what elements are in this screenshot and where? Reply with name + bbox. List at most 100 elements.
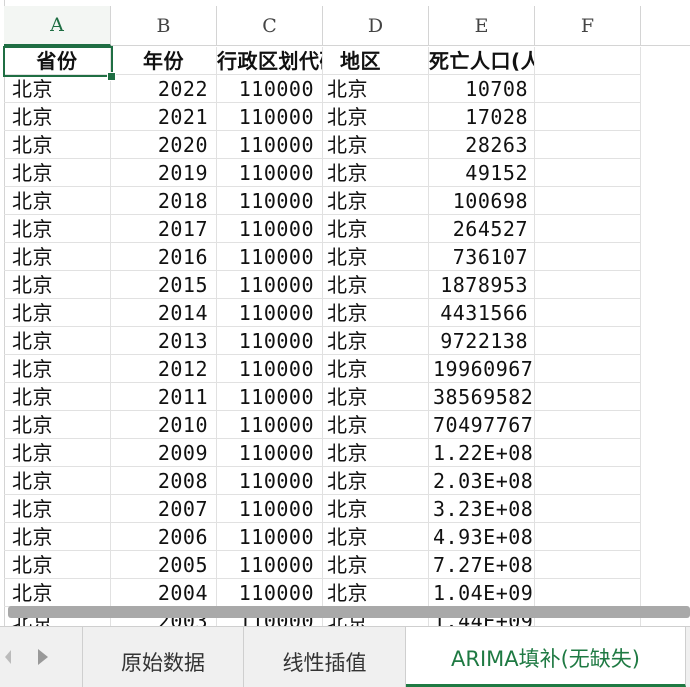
- cell-admin-code[interactable]: 110000: [217, 411, 323, 439]
- cell-year[interactable]: 2005: [111, 551, 217, 579]
- cell-year[interactable]: 2009: [111, 439, 217, 467]
- cell-region[interactable]: 北京: [323, 131, 429, 159]
- cell-admin-code[interactable]: 110000: [217, 187, 323, 215]
- cell-region[interactable]: 北京: [323, 299, 429, 327]
- cell-province[interactable]: 北京: [4, 159, 111, 187]
- cell-deaths[interactable]: 10708: [429, 75, 535, 103]
- cell-province[interactable]: 北京: [4, 411, 111, 439]
- cell-admin-code[interactable]: 110000: [217, 103, 323, 131]
- cell-province[interactable]: 北京: [4, 215, 111, 243]
- cell-year[interactable]: 2011: [111, 383, 217, 411]
- cell-year[interactable]: 2013: [111, 327, 217, 355]
- cell-admin-code[interactable]: 110000: [217, 579, 323, 607]
- cell-region[interactable]: 北京: [323, 355, 429, 383]
- column-header-d[interactable]: D: [323, 6, 429, 46]
- cell-admin-code[interactable]: 110000: [217, 495, 323, 523]
- cell-province[interactable]: 北京: [4, 243, 111, 271]
- cell-region[interactable]: 北京: [323, 187, 429, 215]
- cell-admin-code[interactable]: 110000: [217, 467, 323, 495]
- cell-deaths[interactable]: 1.04E+09: [429, 579, 535, 607]
- cell-admin-code[interactable]: 110000: [217, 271, 323, 299]
- cell-year[interactable]: 2006: [111, 523, 217, 551]
- cell-year[interactable]: 2021: [111, 103, 217, 131]
- column-header-c[interactable]: C: [217, 6, 323, 46]
- empty-cell[interactable]: [535, 131, 641, 159]
- cell-admin-code[interactable]: 110000: [217, 355, 323, 383]
- cell-admin-code[interactable]: 110000: [217, 299, 323, 327]
- cell-province[interactable]: 北京: [4, 495, 111, 523]
- cell-province[interactable]: 北京: [4, 383, 111, 411]
- cell-region[interactable]: 北京: [323, 271, 429, 299]
- cell-region[interactable]: 北京: [323, 579, 429, 607]
- cell-region[interactable]: 北京: [323, 383, 429, 411]
- cell-admin-code[interactable]: 110000: [217, 383, 323, 411]
- cell-province[interactable]: 北京: [4, 187, 111, 215]
- cell-year[interactable]: 2022: [111, 75, 217, 103]
- cell-region[interactable]: 北京: [323, 327, 429, 355]
- empty-cell[interactable]: [535, 439, 641, 467]
- tab-original-data[interactable]: 原始数据: [82, 627, 244, 687]
- cell-province[interactable]: 北京: [4, 355, 111, 383]
- cell-admin-code[interactable]: 110000: [217, 215, 323, 243]
- column-header-f[interactable]: F: [535, 6, 641, 46]
- tab-scroll-left-icon[interactable]: [0, 627, 16, 687]
- empty-cell[interactable]: [535, 523, 641, 551]
- cell-deaths[interactable]: 9722138: [429, 327, 535, 355]
- cell-year[interactable]: 2008: [111, 467, 217, 495]
- empty-cell[interactable]: [535, 579, 641, 607]
- cell-region[interactable]: 北京: [323, 243, 429, 271]
- column-header-g[interactable]: [641, 6, 690, 46]
- cell-province[interactable]: 北京: [4, 523, 111, 551]
- cell-region[interactable]: 北京: [323, 439, 429, 467]
- empty-cell[interactable]: [535, 383, 641, 411]
- empty-cell[interactable]: [535, 411, 641, 439]
- cell-deaths[interactable]: 7.27E+08: [429, 551, 535, 579]
- cell-deaths[interactable]: 19960967: [429, 355, 535, 383]
- header-cell-year[interactable]: 年份: [111, 47, 217, 75]
- cell-province[interactable]: 北京: [4, 103, 111, 131]
- horizontal-scrollbar[interactable]: [8, 606, 690, 618]
- cell-deaths[interactable]: 70497767: [429, 411, 535, 439]
- cell-region[interactable]: 北京: [323, 523, 429, 551]
- cell-deaths[interactable]: 3.23E+08: [429, 495, 535, 523]
- cell-year[interactable]: 2015: [111, 271, 217, 299]
- cell-year[interactable]: 2016: [111, 243, 217, 271]
- cell-deaths[interactable]: 49152: [429, 159, 535, 187]
- cell-year[interactable]: 2018: [111, 187, 217, 215]
- empty-cell[interactable]: [535, 243, 641, 271]
- cell-province[interactable]: 北京: [4, 467, 111, 495]
- cell-deaths[interactable]: 100698: [429, 187, 535, 215]
- cell-year[interactable]: 2020: [111, 131, 217, 159]
- cell-region[interactable]: 北京: [323, 551, 429, 579]
- column-header-b[interactable]: B: [111, 6, 217, 46]
- cell-admin-code[interactable]: 110000: [217, 75, 323, 103]
- cell-deaths[interactable]: 38569582: [429, 383, 535, 411]
- cell-province[interactable]: 北京: [4, 327, 111, 355]
- cell-region[interactable]: 北京: [323, 103, 429, 131]
- empty-cell[interactable]: [535, 299, 641, 327]
- empty-cell[interactable]: [535, 159, 641, 187]
- empty-cell[interactable]: [535, 75, 641, 103]
- cell-region[interactable]: 北京: [323, 411, 429, 439]
- cell-region[interactable]: 北京: [323, 215, 429, 243]
- cell-year[interactable]: 2010: [111, 411, 217, 439]
- fill-handle[interactable]: [107, 72, 116, 81]
- cell-deaths[interactable]: 264527: [429, 215, 535, 243]
- header-cell-admin-code[interactable]: 行政区划代码: [217, 47, 323, 75]
- cell-admin-code[interactable]: 110000: [217, 551, 323, 579]
- cell-admin-code[interactable]: 110000: [217, 523, 323, 551]
- cell-admin-code[interactable]: 110000: [217, 327, 323, 355]
- cell-deaths[interactable]: 28263: [429, 131, 535, 159]
- tab-scroll-right-icon[interactable]: [18, 627, 68, 687]
- empty-cell[interactable]: [535, 187, 641, 215]
- cell-deaths[interactable]: 1878953: [429, 271, 535, 299]
- cell-province[interactable]: 北京: [4, 439, 111, 467]
- empty-cell[interactable]: [535, 271, 641, 299]
- cell-deaths[interactable]: 736107: [429, 243, 535, 271]
- column-header-a[interactable]: A: [4, 6, 111, 46]
- cell-admin-code[interactable]: 110000: [217, 131, 323, 159]
- cell-deaths[interactable]: 1.22E+08: [429, 439, 535, 467]
- empty-cell[interactable]: [535, 551, 641, 579]
- cell-year[interactable]: 2014: [111, 299, 217, 327]
- empty-cell[interactable]: [535, 495, 641, 523]
